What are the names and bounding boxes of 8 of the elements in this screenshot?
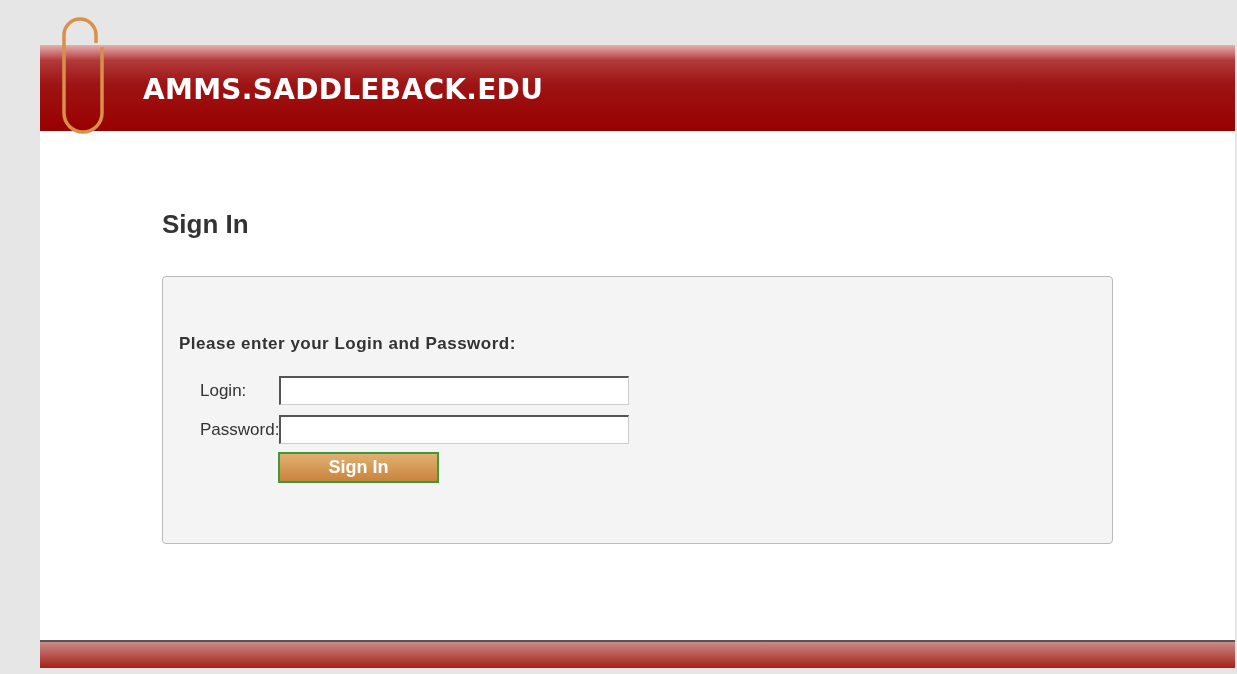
password-field[interactable] [279, 415, 629, 444]
instruction-text: Please enter your Login and Password: [179, 334, 516, 354]
field-label: Login: [199, 380, 248, 401]
page-heading: Sign In [162, 209, 249, 240]
sign-in-button[interactable]: Sign In [278, 452, 439, 483]
field-label: Password: [199, 419, 279, 440]
site-title: AMMS.SADDLEBACK.EDU [143, 72, 544, 106]
login-field[interactable] [279, 376, 629, 405]
